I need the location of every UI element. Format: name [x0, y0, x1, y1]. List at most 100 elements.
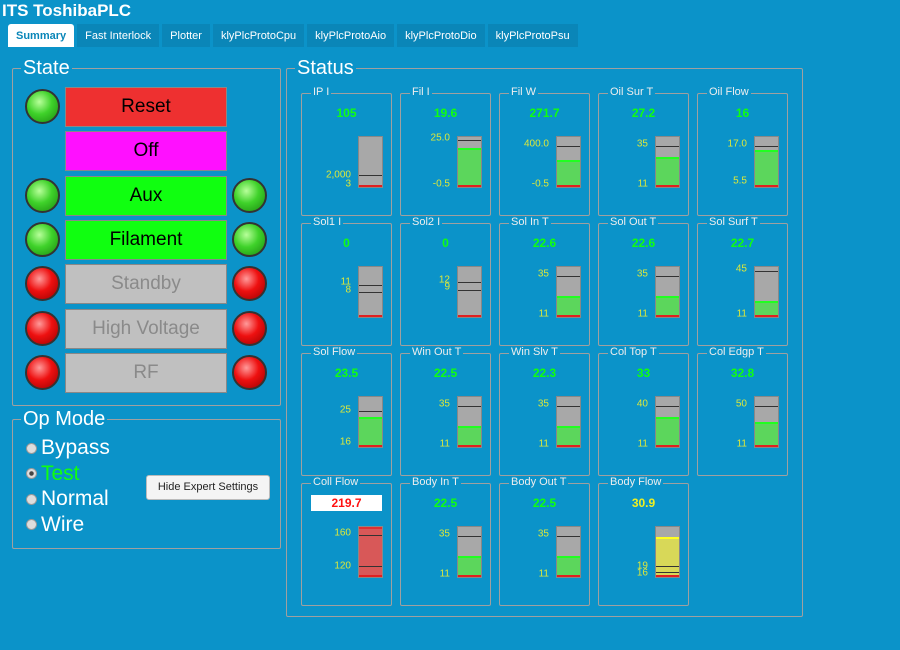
off-button[interactable]: Off — [65, 131, 227, 172]
gauge-value: 22.6 — [631, 236, 656, 250]
gauge-col-top-t: Col Top T 33 40 11 — [598, 346, 689, 476]
gauge-label: IP I — [311, 86, 332, 98]
gauge-high-limit: 25.0 — [430, 132, 450, 144]
gauge-win-slv-t: Win Slv T 22.3 35 11 — [499, 346, 590, 476]
gauge-high-limit: 25 — [339, 404, 351, 416]
tab-klyplcprotopsu[interactable]: klyPlcProtoPsu — [487, 24, 578, 47]
gauge-low-limit: 16 — [339, 436, 351, 448]
gauge-low-limit: 11 — [538, 438, 549, 450]
gauge-win-out-t: Win Out T 22.5 35 11 — [400, 346, 491, 476]
radio-icon[interactable] — [26, 493, 37, 505]
gauge-value: 16 — [735, 106, 750, 120]
gauge-low-limit: 16 — [636, 567, 648, 579]
op-mode-normal[interactable]: Normal — [26, 487, 109, 511]
gauge-label: Sol1 I — [311, 216, 344, 228]
gauge-label: Oil Flow — [707, 86, 751, 98]
gauge-fil-w: Fil W 271.7 400.0 -0.5 — [499, 86, 590, 216]
gauge-baseline — [458, 185, 481, 187]
gauge-bar — [655, 266, 680, 318]
gauge-bar — [358, 526, 383, 578]
gauge-value: 219.7 — [311, 495, 382, 511]
radio-icon[interactable] — [26, 442, 37, 454]
gauge-label: Oil Sur T — [608, 86, 656, 98]
filament-right-led-icon — [232, 221, 267, 257]
standby-button[interactable]: Standby — [65, 264, 227, 305]
gauge-baseline — [458, 575, 481, 577]
gauge-sol-in-t: Sol In T 22.6 35 11 — [499, 216, 590, 346]
standby-left-led-icon — [25, 266, 60, 302]
gauge-value: 22.6 — [532, 236, 557, 250]
gauge-baseline — [656, 445, 679, 447]
gauge-high-limit: 160 — [334, 527, 351, 539]
gauge-baseline — [557, 575, 580, 577]
gauge-baseline — [557, 445, 580, 447]
gauge-high-limit: 17.0 — [727, 138, 747, 150]
rf-right-led-icon — [232, 354, 267, 390]
gauge-fill — [755, 149, 778, 187]
gauge-limit-marker — [359, 410, 382, 412]
op-mode-title: Op Mode — [23, 408, 106, 430]
gauge-low-limit: 11 — [637, 438, 648, 450]
gauge-value: 32.8 — [730, 366, 755, 380]
gauge-body-out-t: Body Out T 22.5 35 11 — [499, 476, 590, 606]
gauge-high-limit: 45 — [735, 263, 747, 275]
gauge-body-flow: Body Flow 30.9 19 16 — [598, 476, 689, 606]
op-mode-label: Bypass — [41, 436, 110, 459]
aux-button[interactable]: Aux — [65, 175, 227, 216]
app-title: ITS ToshibaPLC — [2, 1, 132, 20]
gauge-oil-flow: Oil Flow 16 17.0 5.5 — [697, 86, 788, 216]
gauge-label: Sol Flow — [311, 346, 358, 358]
op-mode-test[interactable]: Test — [26, 462, 80, 486]
gauge-limit-marker — [557, 275, 580, 277]
tab-summary[interactable]: Summary — [8, 24, 75, 47]
gauge-value: 33 — [636, 366, 651, 380]
tab-klyplcprotoaio[interactable]: klyPlcProtoAio — [307, 24, 395, 47]
gauge-sol-surf-t: Sol Surf T 22.7 45 11 — [697, 216, 788, 346]
gauge-bar — [754, 396, 779, 448]
gauge-label: Col Top T — [608, 346, 659, 358]
high-voltage-button[interactable]: High Voltage — [65, 308, 227, 349]
gauge-sol-out-t: Sol Out T 22.6 35 11 — [598, 216, 689, 346]
gauge-high-limit: 50 — [735, 398, 747, 410]
radio-icon[interactable] — [26, 519, 37, 530]
reset-button[interactable]: Reset — [65, 87, 227, 127]
gauge-label: Body Out T — [509, 476, 569, 488]
radio-icon[interactable] — [26, 468, 37, 479]
filament-button[interactable]: Filament — [65, 219, 227, 260]
gauge-baseline — [755, 315, 778, 317]
tab-klyplcprotodio[interactable]: klyPlcProtoDio — [397, 24, 485, 47]
tab-fast-interlock[interactable]: Fast Interlock — [77, 24, 160, 47]
gauge-low-limit: 11 — [637, 178, 648, 190]
high-voltage-right-led-icon — [232, 310, 267, 346]
gauge-label: Body Flow — [608, 476, 664, 488]
gauge-fill — [557, 426, 580, 447]
gauge-limit-marker — [557, 535, 580, 537]
gauge-value: 271.7 — [529, 106, 560, 120]
tab-plotter[interactable]: Plotter — [162, 24, 210, 47]
hide-expert-settings-button[interactable]: Hide Expert Settings — [146, 475, 270, 500]
op-mode-wire[interactable]: Wire — [26, 513, 84, 537]
gauge-label: Sol2 I — [410, 216, 443, 228]
gauge-label: Col Edgp T — [707, 346, 766, 358]
gauge-bar — [457, 396, 482, 448]
gauge-low-limit: 11 — [439, 438, 450, 450]
gauge-high-limit: 35 — [537, 398, 549, 410]
gauge-limit-marker — [359, 174, 382, 176]
gauge-value: 105 — [336, 106, 357, 120]
gauge-value: 22.7 — [730, 236, 755, 250]
gauge-ip-i: IP I 105 2,000 3 — [301, 86, 392, 216]
gauge-limit-marker — [755, 405, 778, 407]
gauge-bar — [556, 136, 581, 188]
gauge-value: 22.5 — [433, 366, 458, 380]
gauge-bar — [358, 266, 383, 318]
gauge-bar — [556, 526, 581, 578]
tab-klyplcprotocpu[interactable]: klyPlcProtoCpu — [212, 24, 305, 47]
gauge-limit-marker — [359, 284, 382, 286]
op-mode-bypass[interactable]: Bypass — [26, 436, 110, 460]
gauge-low-limit: -0.5 — [432, 178, 450, 190]
gauge-sol2-i: Sol2 I 0 12 9 — [400, 216, 491, 346]
filament-left-led-icon — [25, 221, 60, 257]
gauge-fill — [656, 157, 679, 187]
gauge-baseline — [359, 575, 382, 577]
rf-button[interactable]: RF — [65, 352, 227, 393]
